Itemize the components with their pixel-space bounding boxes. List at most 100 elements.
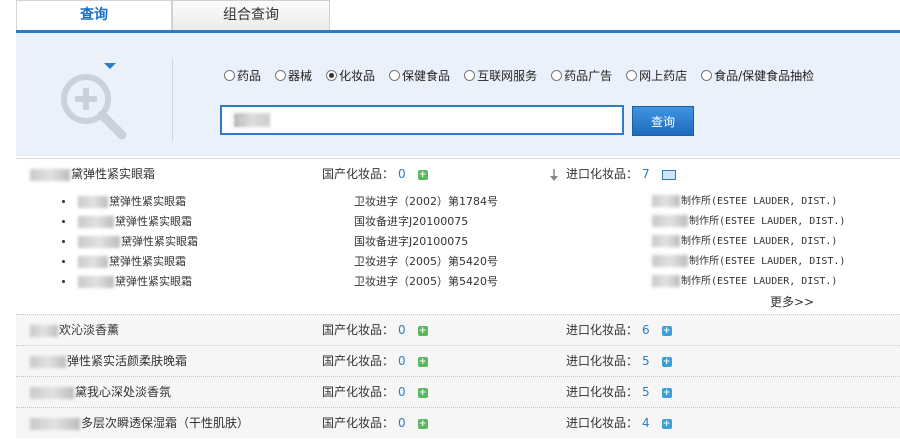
category-radio-0[interactable]: 药品 (224, 67, 261, 84)
radio-circle-icon[interactable] (326, 70, 338, 81)
search-panel: 药品 器械 化妆品 保健食品 互联网服务 药品广告 网上药店 食品/保健食品抽检 查询 (16, 30, 900, 156)
registration-number: 卫妆进字（2002）第1784号 (354, 195, 498, 208)
import-count: 进口化妆品： 4 + (566, 408, 672, 439)
expand-plus-icon[interactable]: + (417, 418, 428, 429)
category-radio-3[interactable]: 保健食品 (389, 67, 450, 84)
category-radio-group: 药品 器械 化妆品 保健食品 互联网服务 药品广告 网上药店 食品/保健食品抽检 (224, 67, 828, 84)
import-count: 进口化妆品： 5 + (566, 346, 672, 377)
radio-label: 保健食品 (402, 69, 451, 83)
radio-circle-icon[interactable] (551, 70, 563, 81)
registration-number: 国妆备进字J20100075 (354, 235, 469, 248)
import-label: 进口化妆品： (566, 385, 639, 399)
import-count: 进口化妆品： 6 + (566, 315, 672, 346)
result-row[interactable]: 黛我心深处淡香氛 国产化妆品： 0 + 进口化妆品： 5 + (16, 376, 900, 407)
category-radio-2[interactable]: 化妆品 (326, 67, 375, 84)
detail-item: 黛弹性紧实眼霜 国妆备进字J20100075 制作所(ESTEE LAUDER, D… (16, 232, 900, 252)
search-button[interactable]: 查询 (632, 106, 694, 136)
bullet-icon (62, 220, 65, 223)
radio-circle-icon[interactable] (464, 70, 476, 81)
radio-label: 化妆品 (339, 69, 376, 83)
more-row: 更多>> (16, 292, 900, 312)
tab-combined-search[interactable]: 组合查询 (172, 0, 330, 30)
import-count-value[interactable]: 5 (642, 354, 650, 368)
domestic-label: 国产化妆品： (322, 385, 395, 399)
detail-item: 黛弹性紧实眼霜 国妆备进字J20100075 制作所(ESTEE LAUDER, D… (16, 212, 900, 232)
product-name-text: 黛我心深处淡香氛 (75, 385, 172, 399)
expand-plus-icon[interactable]: + (417, 325, 428, 336)
result-row[interactable]: 黛弹性紧实眼霜 国产化妆品： 0 + 进口化妆品： 7 (16, 158, 900, 189)
domestic-count-value[interactable]: 0 (398, 416, 406, 430)
redacted-text (30, 417, 80, 430)
domestic-count: 国产化妆品： 0 + (322, 159, 428, 190)
product-name[interactable]: 欢沁淡香薰 (30, 315, 119, 346)
product-name[interactable]: 黛弹性紧实眼霜 (30, 159, 155, 190)
category-radio-1[interactable]: 器械 (275, 67, 312, 84)
product-name[interactable]: 黛我心深处淡香氛 (30, 377, 171, 408)
expand-plus-icon[interactable]: + (417, 356, 428, 367)
tab-search[interactable]: 查询 (16, 0, 172, 30)
collapse-icon[interactable] (661, 169, 676, 180)
registration-number: 卫妆进字（2005）第5420号 (354, 255, 498, 268)
result-row[interactable]: 弹性紧实活颜柔肤晚霜 国产化妆品： 0 + 进口化妆品： 5 + (16, 345, 900, 376)
detail-name[interactable]: 黛弹性紧实眼霜 (78, 192, 186, 212)
result-row[interactable]: 欢沁淡香薰 国产化妆品： 0 + 进口化妆品： 6 + (16, 314, 900, 345)
bullet-icon (62, 200, 65, 203)
radio-circle-icon[interactable] (224, 70, 235, 81)
search-input[interactable] (220, 105, 624, 135)
registration-number: 卫妆进字（2005）第5420号 (354, 275, 498, 288)
expand-plus-icon[interactable]: + (661, 418, 672, 429)
radio-circle-icon[interactable] (275, 70, 287, 81)
redacted-text (30, 386, 74, 399)
radio-label: 食品/保健食品抽检 (714, 69, 815, 83)
detail-name[interactable]: 黛弹性紧实眼霜 (78, 212, 192, 232)
redacted-text (652, 235, 680, 247)
expand-plus-icon[interactable]: + (417, 387, 428, 398)
expand-plus-icon[interactable]: + (417, 169, 428, 180)
registration-number: 国妆备进字J20100075 (354, 215, 469, 228)
more-link[interactable]: 更多>> (770, 292, 814, 312)
detail-name[interactable]: 黛弹性紧实眼霜 (78, 272, 192, 292)
redacted-text (78, 276, 114, 288)
expand-plus-icon[interactable]: + (661, 325, 672, 336)
redacted-text (78, 236, 120, 248)
domestic-label: 国产化妆品： (322, 354, 395, 368)
category-radio-7[interactable]: 食品/保健食品抽检 (701, 67, 814, 84)
category-radio-5[interactable]: 药品广告 (551, 67, 612, 84)
manufacturer: 制作所(ESTEE LAUDER, DIST.) (652, 192, 837, 212)
detail-item: 黛弹性紧实眼霜 卫妆进字（2005）第5420号 制作所(ESTEE LAUDER,… (16, 252, 900, 272)
import-count-value[interactable]: 6 (642, 323, 650, 337)
redacted-text (652, 255, 688, 267)
result-row[interactable]: 多层次瞬透保湿霜（干性肌肤） 国产化妆品： 0 + 进口化妆品： 4 + (16, 407, 900, 438)
radio-label: 网上药店 (639, 69, 688, 83)
radio-circle-icon[interactable] (701, 70, 713, 81)
radio-circle-icon[interactable] (389, 70, 401, 81)
radio-label: 药品广告 (564, 69, 613, 83)
manufacturer: 制作所(ESTEE LAUDER, DIST.) (652, 272, 837, 292)
detail-item: 黛弹性紧实眼霜 卫妆进字（2005）第5420号 制作所(ESTEE LAUDER,… (16, 272, 900, 292)
product-name-text: 黛弹性紧实眼霜 (71, 167, 156, 181)
category-radio-6[interactable]: 网上药店 (626, 67, 687, 84)
redacted-text (78, 196, 108, 208)
manufacturer: 制作所(ESTEE LAUDER, DIST.) (652, 212, 845, 232)
domestic-count: 国产化妆品： 0 + (322, 377, 428, 408)
redacted-text (78, 256, 108, 268)
import-count-value[interactable]: 7 (642, 167, 650, 181)
import-count-value[interactable]: 5 (642, 385, 650, 399)
product-name[interactable]: 弹性紧实活颜柔肤晚霜 (30, 346, 187, 377)
radio-label: 药品 (237, 69, 262, 83)
manufacturer: 制作所(ESTEE LAUDER, DIST.) (652, 232, 837, 252)
product-name[interactable]: 多层次瞬透保湿霜（干性肌肤） (30, 408, 249, 439)
domestic-count-value[interactable]: 0 (398, 323, 406, 337)
expand-plus-icon[interactable]: + (661, 387, 672, 398)
domestic-count-value[interactable]: 0 (398, 385, 406, 399)
detail-name[interactable]: 黛弹性紧实眼霜 (78, 252, 186, 272)
import-count-value[interactable]: 4 (642, 416, 650, 430)
redacted-text (78, 216, 114, 228)
expand-plus-icon[interactable]: + (661, 356, 672, 367)
domestic-label: 国产化妆品： (322, 323, 395, 337)
domestic-count-value[interactable]: 0 (398, 354, 406, 368)
domestic-count-value[interactable]: 0 (398, 167, 406, 181)
category-radio-4[interactable]: 互联网服务 (464, 67, 537, 84)
detail-name[interactable]: 黛弹性紧实眼霜 (78, 232, 198, 252)
radio-circle-icon[interactable] (626, 70, 638, 81)
